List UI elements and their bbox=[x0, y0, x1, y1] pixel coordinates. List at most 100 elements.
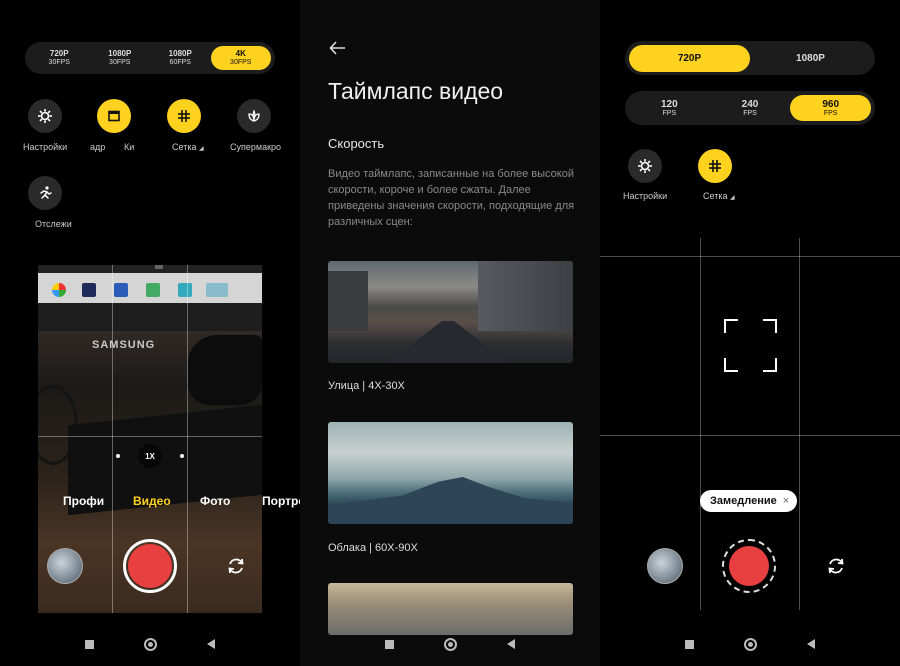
resolution-option[interactable]: 1080P 30FPS bbox=[90, 49, 151, 67]
focus-corner bbox=[724, 319, 738, 333]
supermacro-label: Супермакро bbox=[230, 142, 282, 152]
recents-button[interactable] bbox=[85, 639, 94, 649]
grid-line bbox=[600, 256, 900, 257]
tracking-button[interactable] bbox=[28, 176, 62, 210]
mode-photo[interactable]: Фото bbox=[200, 494, 230, 508]
grid-icon bbox=[709, 160, 721, 172]
resolution-option-selected[interactable]: 720P bbox=[629, 44, 750, 72]
monitor-bezel bbox=[38, 303, 262, 331]
home-button[interactable] bbox=[744, 637, 757, 651]
mode-pro[interactable]: Профи bbox=[63, 494, 104, 508]
resolution-option[interactable]: 1080P 60FPS bbox=[150, 49, 211, 67]
cinema-label: Ки bbox=[124, 142, 135, 152]
record-dot bbox=[128, 544, 172, 588]
mode-switcher: Профи Видео Фото Портре bbox=[38, 494, 300, 512]
slowmo-chip-label: Замедление bbox=[710, 495, 777, 507]
street-timelapse-image bbox=[328, 261, 573, 363]
recents-button[interactable] bbox=[385, 639, 394, 649]
building-shape bbox=[328, 271, 368, 331]
settings-button[interactable] bbox=[628, 149, 662, 183]
resolution-option[interactable]: 1080P bbox=[750, 45, 871, 72]
resolution-option-selected[interactable]: 4K 30FPS bbox=[210, 46, 271, 70]
grid-line bbox=[187, 265, 188, 613]
back-button[interactable] bbox=[507, 639, 515, 649]
section-title: Скорость bbox=[328, 136, 385, 151]
frame-label: адр bbox=[90, 142, 106, 152]
resolution-selector[interactable]: 720P 1080P bbox=[625, 41, 875, 75]
flower-icon bbox=[248, 109, 260, 122]
home-button[interactable] bbox=[444, 637, 457, 651]
running-person-icon bbox=[40, 186, 52, 199]
gear-icon bbox=[638, 159, 652, 173]
word-icon bbox=[114, 283, 128, 297]
record-button[interactable] bbox=[722, 539, 776, 593]
zoom-dot[interactable] bbox=[180, 454, 184, 458]
fps-option[interactable]: 240 FPS bbox=[710, 95, 791, 121]
focus-corner bbox=[763, 358, 777, 372]
grid-label: Сетка ◢ bbox=[703, 191, 735, 201]
mountain-shape bbox=[328, 477, 573, 524]
example-caption: Облака | 60X-90X bbox=[328, 542, 418, 554]
grid-label: Сетка ◢ bbox=[172, 142, 204, 152]
photoshop-icon bbox=[82, 283, 96, 297]
back-button[interactable] bbox=[807, 639, 815, 649]
supermacro-button[interactable] bbox=[237, 99, 271, 133]
close-icon[interactable]: × bbox=[783, 495, 789, 507]
webcam bbox=[155, 265, 163, 269]
computer-icon bbox=[146, 283, 160, 297]
frame-icon bbox=[108, 110, 120, 122]
clouds-timelapse-image bbox=[328, 422, 573, 524]
record-dot bbox=[729, 546, 769, 586]
system-nav-bar bbox=[300, 622, 600, 666]
app-icon bbox=[178, 283, 192, 297]
fps-selector[interactable]: 120 FPS 240 FPS 960 FPS bbox=[625, 91, 875, 125]
frame-button[interactable] bbox=[97, 99, 131, 133]
grid-line bbox=[700, 238, 701, 610]
mode-video[interactable]: Видео bbox=[133, 494, 171, 508]
grid-icon bbox=[178, 110, 190, 122]
monitor-brand: SAMSUNG bbox=[92, 339, 156, 351]
example-caption: Улица | 4X-30X bbox=[328, 380, 405, 392]
gallery-thumbnail[interactable] bbox=[47, 548, 83, 584]
zoom-button[interactable]: 1X bbox=[138, 444, 162, 468]
settings-button[interactable] bbox=[28, 99, 62, 133]
speaker-shape bbox=[188, 335, 262, 405]
app-icon bbox=[206, 283, 228, 297]
focus-corner bbox=[763, 319, 777, 333]
section-description: Видео таймлапс, записанные на более высо… bbox=[328, 168, 575, 228]
grid-line bbox=[38, 436, 262, 437]
gallery-thumbnail[interactable] bbox=[647, 548, 683, 584]
home-button[interactable] bbox=[144, 637, 157, 651]
switch-camera-icon[interactable] bbox=[225, 555, 247, 577]
focus-corner bbox=[724, 358, 738, 372]
system-nav-bar bbox=[600, 622, 900, 666]
grid-button[interactable] bbox=[698, 149, 732, 183]
camera-video-panel: 720P 30FPS 1080P 30FPS 1080P 60FPS 4K 30… bbox=[0, 0, 300, 666]
system-nav-bar bbox=[0, 622, 300, 666]
tracking-label: Отслежи bbox=[35, 219, 72, 229]
fps-option-selected[interactable]: 960 FPS bbox=[790, 95, 872, 121]
switch-camera-icon[interactable] bbox=[825, 555, 847, 577]
slowmo-chip[interactable]: Замедление × bbox=[700, 490, 798, 512]
settings-label: Настройки bbox=[623, 191, 668, 201]
grid-line bbox=[799, 238, 800, 610]
back-arrow-icon[interactable] bbox=[328, 38, 348, 58]
settings-label: Настройки bbox=[23, 142, 68, 152]
grid-line bbox=[600, 435, 900, 436]
zoom-dot[interactable] bbox=[116, 454, 120, 458]
timelapse-info-panel: Таймлапс видео Скорость Видео таймлапс, … bbox=[300, 0, 600, 666]
resolution-option[interactable]: 720P 30FPS bbox=[29, 49, 90, 67]
mode-portrait[interactable]: Портре bbox=[262, 494, 300, 508]
chrome-icon bbox=[52, 283, 66, 297]
record-button[interactable] bbox=[123, 539, 177, 593]
resolution-selector[interactable]: 720P 30FPS 1080P 30FPS 1080P 60FPS 4K 30… bbox=[25, 42, 275, 74]
recents-button[interactable] bbox=[685, 639, 694, 649]
grid-button[interactable] bbox=[167, 99, 201, 133]
page-title: Таймлапс видео bbox=[328, 78, 504, 104]
fps-option[interactable]: 120 FPS bbox=[629, 95, 710, 121]
screen-taskbar bbox=[38, 273, 262, 303]
building-shape bbox=[478, 261, 573, 331]
back-button[interactable] bbox=[207, 639, 215, 649]
grid-line bbox=[112, 265, 113, 613]
gear-icon bbox=[38, 109, 52, 123]
